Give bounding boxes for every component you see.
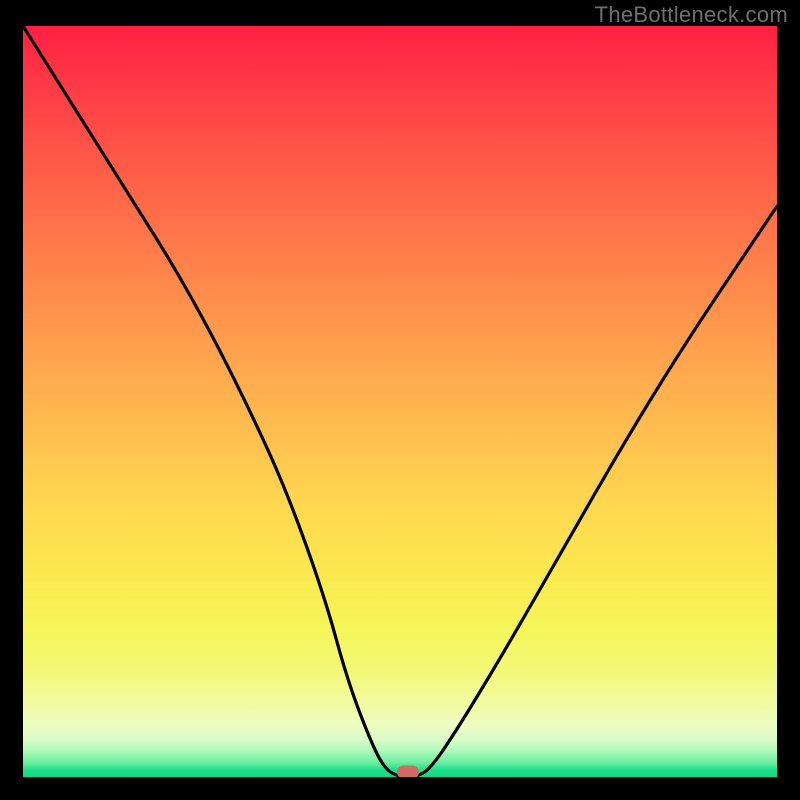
bottleneck-curve (23, 26, 777, 777)
watermark-text: TheBottleneck.com (595, 2, 788, 28)
plot-area (23, 26, 777, 777)
optimal-point-marker (397, 766, 419, 777)
chart-frame: TheBottleneck.com (0, 0, 800, 800)
